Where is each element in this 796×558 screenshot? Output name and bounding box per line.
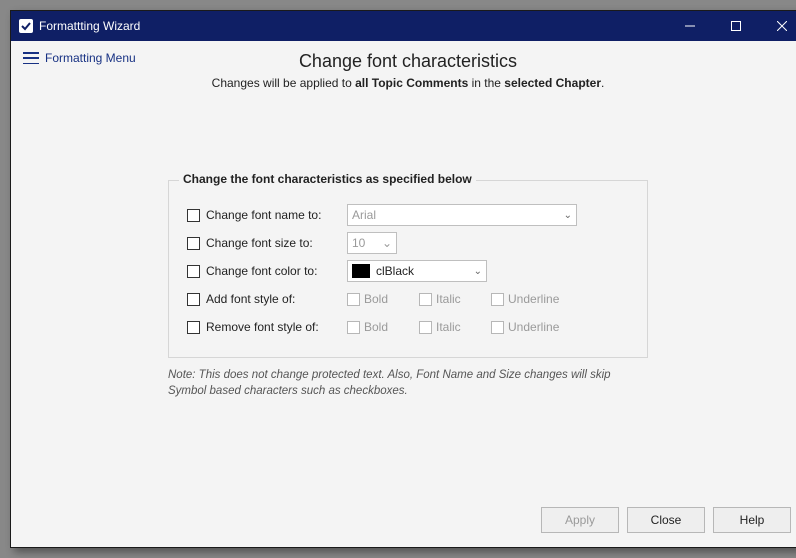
minimize-button[interactable]: [667, 11, 713, 41]
app-icon: [19, 19, 33, 33]
checkbox-icon: [347, 293, 360, 306]
close-button[interactable]: [759, 11, 796, 41]
checkbox-icon: [187, 209, 200, 222]
checkbox-icon: [187, 321, 200, 334]
remove-underline-option[interactable]: Underline: [491, 320, 559, 334]
change-font-color-label: Change font color to:: [206, 264, 317, 278]
row-font-name: Change font name to: Arial ⌄: [187, 203, 629, 227]
color-swatch: [352, 264, 370, 278]
apply-button[interactable]: Apply: [541, 507, 619, 533]
change-font-name-option[interactable]: Change font name to:: [187, 208, 347, 222]
chevron-down-icon: ⌄: [474, 266, 482, 277]
font-name-combo[interactable]: Arial ⌄: [347, 204, 577, 226]
chevron-down-icon: ⌄: [564, 210, 572, 221]
maximize-button[interactable]: [713, 11, 759, 41]
hamburger-icon: [23, 52, 39, 64]
page-subtitle: Changes will be applied to all Topic Com…: [11, 76, 796, 90]
footer: Apply Close Help: [11, 497, 796, 547]
close-dialog-button[interactable]: Close: [627, 507, 705, 533]
checkbox-icon: [419, 321, 432, 334]
font-color-combo[interactable]: clBlack ⌄: [347, 260, 487, 282]
font-size-spin[interactable]: 10 ⌄: [347, 232, 397, 254]
change-font-size-label: Change font size to:: [206, 236, 313, 250]
formatting-menu-link[interactable]: Formatting Menu: [23, 51, 136, 65]
checkbox-icon: [187, 293, 200, 306]
window-title: Formattting Wizard: [39, 19, 140, 33]
change-font-name-label: Change font name to:: [206, 208, 321, 222]
row-remove-style: Remove font style of: Bold Italic Underl…: [187, 315, 629, 339]
help-button[interactable]: Help: [713, 507, 791, 533]
font-name-value: Arial: [352, 208, 564, 222]
checkbox-icon: [491, 321, 504, 334]
checkbox-icon: [187, 265, 200, 278]
add-font-style-label: Add font style of:: [206, 292, 295, 306]
checkbox-icon: [419, 293, 432, 306]
change-font-size-option[interactable]: Change font size to:: [187, 236, 347, 250]
note-text: Note: This does not change protected tex…: [168, 368, 648, 399]
remove-bold-option[interactable]: Bold: [347, 320, 411, 334]
row-add-style: Add font style of: Bold Italic Underline: [187, 287, 629, 311]
row-font-size: Change font size to: 10 ⌄: [187, 231, 629, 255]
row-font-color: Change font color to: clBlack ⌄: [187, 259, 629, 283]
checkbox-icon: [187, 237, 200, 250]
content-area: Formatting Menu Change font characterist…: [11, 41, 796, 547]
titlebar: Formattting Wizard: [11, 11, 796, 41]
add-font-style-option[interactable]: Add font style of:: [187, 292, 347, 306]
remove-italic-option[interactable]: Italic: [419, 320, 483, 334]
formatting-menu-label: Formatting Menu: [45, 51, 136, 65]
remove-font-style-option[interactable]: Remove font style of:: [187, 320, 347, 334]
checkbox-icon: [347, 321, 360, 334]
add-italic-option[interactable]: Italic: [419, 292, 483, 306]
add-bold-option[interactable]: Bold: [347, 292, 411, 306]
chevron-down-icon: ⌄: [382, 236, 392, 250]
font-size-value: 10: [352, 236, 365, 250]
add-underline-option[interactable]: Underline: [491, 292, 559, 306]
remove-font-style-label: Remove font style of:: [206, 320, 319, 334]
change-font-color-option[interactable]: Change font color to:: [187, 264, 347, 278]
font-color-value: clBlack: [376, 264, 474, 278]
font-characteristics-group: Change the font characteristics as speci…: [168, 180, 648, 358]
checkbox-icon: [491, 293, 504, 306]
group-title: Change the font characteristics as speci…: [179, 172, 476, 186]
window: Formattting Wizard Formatting Menu Chang…: [10, 10, 796, 548]
